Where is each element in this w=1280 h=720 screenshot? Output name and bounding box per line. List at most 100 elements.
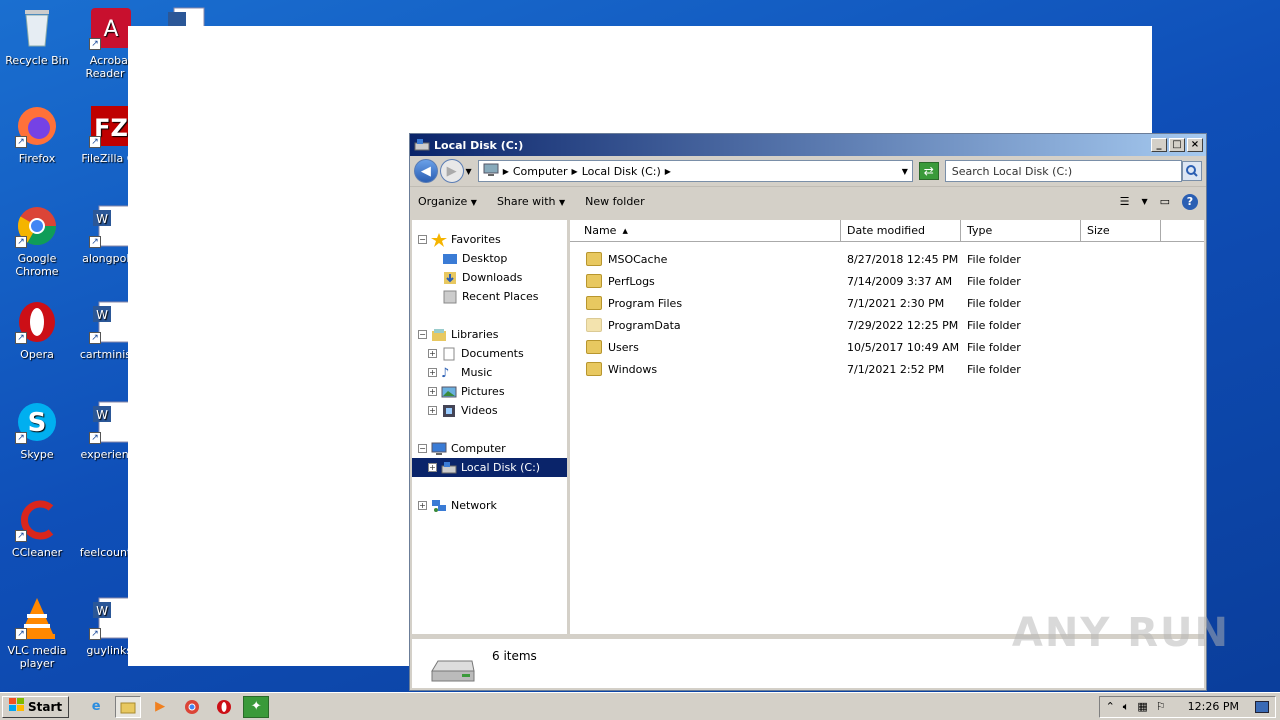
breadcrumb-separator-icon[interactable]: ▶ (572, 167, 578, 176)
back-button[interactable]: ◀ (414, 159, 438, 183)
nav-downloads[interactable]: Downloads (412, 268, 567, 287)
filezilla-icon: FZ ↗ (89, 104, 133, 148)
title-bar[interactable]: Local Disk (C:) _ □ × (410, 134, 1206, 156)
minimize-button[interactable]: _ (1151, 138, 1167, 152)
collapse-icon[interactable]: − (418, 235, 427, 244)
file-row[interactable]: MSOCache 8/27/2018 12:45 PM File folder (570, 248, 1204, 270)
show-hidden-icons-icon[interactable]: ⌃ (1106, 700, 1115, 713)
breadcrumb-separator-icon[interactable]: ▶ (665, 167, 671, 176)
file-row[interactable]: Program Files 7/1/2021 2:30 PM File fold… (570, 292, 1204, 314)
maximize-button[interactable]: □ (1169, 138, 1185, 152)
file-row[interactable]: Windows 7/1/2021 2:52 PM File folder (570, 358, 1204, 380)
expand-icon[interactable]: + (428, 406, 437, 415)
start-button[interactable]: Start (2, 695, 70, 718)
recent-pages-chevron-icon[interactable]: ▼ (466, 167, 472, 176)
address-dropdown-icon[interactable]: ▼ (902, 167, 908, 176)
documents-icon (441, 347, 457, 361)
volume-icon[interactable]: 🔈︎ (1123, 700, 1130, 714)
action-center-flag-icon[interactable]: ⚐ (1156, 700, 1166, 713)
forward-button[interactable]: ▶ (439, 159, 464, 183)
new-folder-button[interactable]: New folder (585, 195, 644, 208)
recycle-bin-icon (15, 6, 59, 50)
column-header-date[interactable]: Date modified (841, 220, 961, 241)
nav-local-disk-selected[interactable]: + Local Disk (C:) (412, 458, 567, 477)
taskbar-chrome-icon[interactable] (179, 696, 205, 718)
file-row[interactable]: Users 10/5/2017 10:49 AM File folder (570, 336, 1204, 358)
expand-icon[interactable]: + (428, 349, 437, 358)
desktop-icon-skype[interactable]: S ↗ Skype (0, 400, 74, 461)
taskbar-ie-icon[interactable]: e (83, 696, 109, 718)
nav-recent-places[interactable]: Recent Places (412, 287, 567, 306)
taskbar-opera-icon[interactable] (211, 696, 237, 718)
folder-icon (586, 274, 602, 288)
file-name: Windows (608, 362, 658, 376)
collapse-icon[interactable]: − (418, 330, 427, 339)
svg-text:W: W (96, 212, 108, 226)
svg-text:S: S (28, 408, 47, 438)
file-row[interactable]: PerfLogs 7/14/2009 3:37 AM File folder (570, 270, 1204, 292)
nav-desktop-label: Desktop (462, 252, 508, 265)
pictures-icon (441, 385, 457, 399)
expand-icon[interactable]: + (418, 501, 427, 510)
taskbar: Start e ▶ ✦ ⌃ 🔈︎ ▦ ⚐ 12:26 PM (0, 692, 1280, 720)
show-desktop-button[interactable] (1255, 700, 1269, 713)
search-button[interactable] (1182, 161, 1202, 181)
breadcrumb-computer[interactable]: Computer (513, 165, 568, 178)
taskbar-explorer-icon[interactable] (115, 695, 142, 718)
skype-icon: S ↗ (15, 400, 59, 444)
column-header-name[interactable]: Name ▲ (570, 220, 841, 241)
desktop-icon-firefox[interactable]: ↗ Firefox (0, 104, 74, 165)
blank-file-icon (89, 498, 133, 542)
nav-videos[interactable]: + Videos (412, 401, 567, 420)
search-input[interactable]: Search Local Disk (C:) (944, 160, 1183, 182)
nav-network[interactable]: + Network (412, 496, 567, 515)
network-tray-icon[interactable]: ▦ (1137, 700, 1147, 713)
nav-computer[interactable]: − Computer (412, 439, 567, 458)
file-row[interactable]: ProgramData 7/29/2022 12:25 PM File fold… (570, 314, 1204, 336)
expand-icon[interactable]: + (428, 368, 437, 377)
desktop-icon-chrome[interactable]: ↗ Google Chrome (0, 204, 74, 278)
preview-pane-icon[interactable]: ▭ (1160, 195, 1170, 208)
nav-music[interactable]: + ♪ Music (412, 363, 567, 382)
file-name: Users (608, 340, 639, 354)
view-options-icon[interactable]: ☰ (1120, 195, 1130, 208)
collapse-icon[interactable]: − (418, 444, 427, 453)
help-icon[interactable]: ? (1182, 193, 1198, 210)
clock[interactable]: 12:26 PM (1188, 700, 1239, 713)
nav-favorites-label: Favorites (451, 233, 501, 246)
column-header-type[interactable]: Type (961, 220, 1081, 241)
nav-music-label: Music (461, 366, 493, 379)
breadcrumb-separator-icon[interactable]: ▶ (503, 167, 509, 176)
videos-icon (441, 404, 457, 418)
desktop-icon-label: Recycle Bin (5, 54, 69, 67)
breadcrumb-local-disk[interactable]: Local Disk (C:) (582, 165, 661, 178)
nav-desktop[interactable]: Desktop (412, 249, 567, 268)
column-header-size[interactable]: Size (1081, 220, 1161, 241)
vlc-icon: ↗ (15, 596, 59, 640)
desktop-icon-ccleaner[interactable]: ↗ CCleaner (0, 498, 74, 559)
nav-pictures[interactable]: + Pictures (412, 382, 567, 401)
computer-icon (483, 163, 499, 180)
downloads-icon (442, 271, 458, 285)
desktop-icon-opera[interactable]: ↗ Opera (0, 300, 74, 361)
chevron-down-icon[interactable]: ▼ (1141, 197, 1147, 206)
refresh-button[interactable]: ⇄ (918, 162, 939, 180)
nav-favorites[interactable]: − Favorites (412, 230, 567, 249)
file-date: 7/1/2021 2:30 PM (847, 296, 945, 310)
organize-button[interactable]: Organize ▼ (418, 195, 477, 208)
folder-icon (586, 296, 602, 310)
taskbar-app-icon[interactable]: ✦ (243, 695, 270, 718)
expand-icon[interactable]: + (428, 387, 437, 396)
word-doc-icon: W ↗ (89, 400, 133, 444)
taskbar-media-player-icon[interactable]: ▶ (147, 696, 173, 718)
nav-documents[interactable]: + Documents (412, 344, 567, 363)
expand-icon[interactable]: + (428, 463, 437, 472)
share-with-button[interactable]: Share with ▼ (497, 195, 565, 208)
desktop-icon-recycle-bin[interactable]: Recycle Bin (0, 6, 74, 67)
nav-libraries[interactable]: − Libraries (412, 325, 567, 344)
desktop-icon-vlc[interactable]: ↗ VLC media player (0, 596, 74, 670)
address-bar[interactable]: ▶ Computer ▶ Local Disk (C:) ▶ ▼ (477, 160, 913, 182)
close-button[interactable]: × (1187, 138, 1203, 152)
libraries-icon (431, 328, 447, 342)
locked-folder-icon (586, 252, 602, 266)
